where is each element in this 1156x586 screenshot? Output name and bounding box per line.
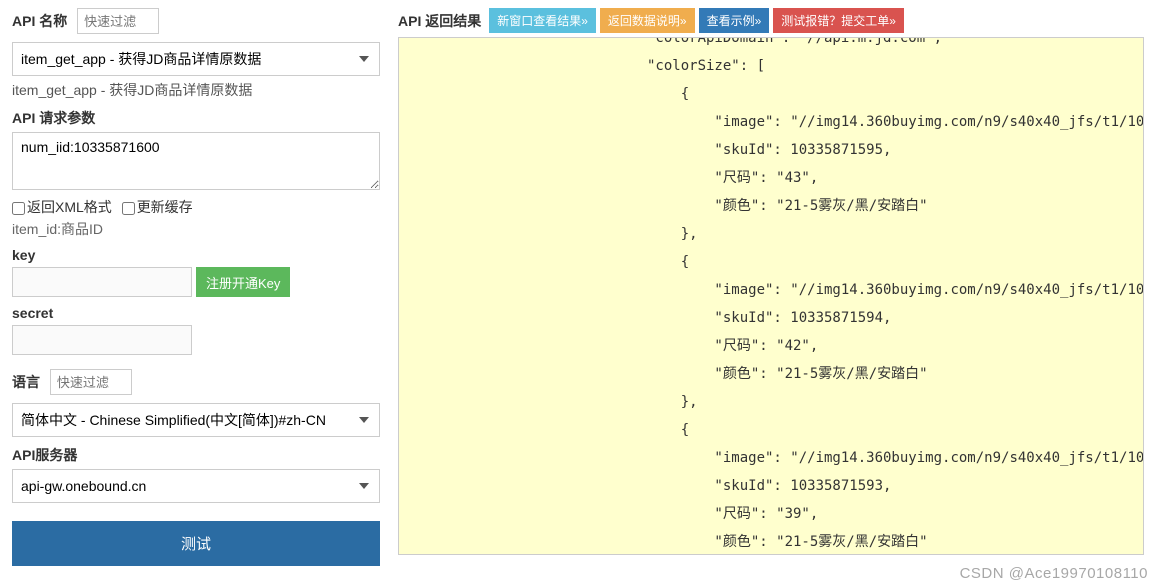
register-key-button[interactable]: 注册开通Key <box>196 267 290 297</box>
secret-label: secret <box>12 305 380 321</box>
checkbox-xml[interactable] <box>12 202 25 215</box>
report-bug-button[interactable]: 测试报错？提交工单» <box>773 8 904 33</box>
api-select[interactable]: item_get_app - 获得JD商品详情原数据 <box>12 42 380 76</box>
result-json: "colorApiDomain": "//api.m.jd.com", "col… <box>399 37 1143 555</box>
lang-filter-input[interactable] <box>50 369 132 395</box>
data-desc-button[interactable]: 返回数据说明» <box>600 8 695 33</box>
left-panel: API 名称 item_get_app - 获得JD商品详情原数据 item_g… <box>12 8 380 566</box>
test-button[interactable]: 测试 <box>12 521 380 566</box>
example-button[interactable]: 查看示例» <box>699 8 770 33</box>
result-header: API 返回结果 新窗口查看结果» 返回数据说明» 查看示例» 测试报错？提交工… <box>398 8 1144 33</box>
right-panel: API 返回结果 新窗口查看结果» 返回数据说明» 查看示例» 测试报错？提交工… <box>398 8 1144 566</box>
result-title: API 返回结果 <box>398 11 481 31</box>
params-label: API 请求参数 <box>12 108 380 128</box>
api-name-filter-input[interactable] <box>77 8 159 34</box>
watermark: CSDN @Ace19970108110 <box>960 565 1148 582</box>
checkbox-xml-label[interactable]: 返回XML格式 <box>12 199 112 215</box>
api-name-label: API 名称 <box>12 13 67 29</box>
checkbox-cache[interactable] <box>122 202 135 215</box>
key-label: key <box>12 247 380 263</box>
lang-select[interactable]: 简体中文 - Chinese Simplified(中文[简体])#zh-CN <box>12 403 380 437</box>
lang-label: 语言 <box>12 374 40 390</box>
checkbox-cache-label[interactable]: 更新缓存 <box>122 199 193 215</box>
params-textarea[interactable] <box>12 132 380 190</box>
result-box[interactable]: "colorApiDomain": "//api.m.jd.com", "col… <box>398 37 1144 555</box>
secret-input[interactable] <box>12 325 192 355</box>
key-input[interactable] <box>12 267 192 297</box>
api-select-hint: item_get_app - 获得JD商品详情原数据 <box>12 80 380 100</box>
new-window-button[interactable]: 新窗口查看结果» <box>489 8 596 33</box>
server-label: API服务器 <box>12 445 380 465</box>
server-select[interactable]: api-gw.onebound.cn <box>12 469 380 503</box>
param-hint: item_id:商品ID <box>12 219 380 239</box>
